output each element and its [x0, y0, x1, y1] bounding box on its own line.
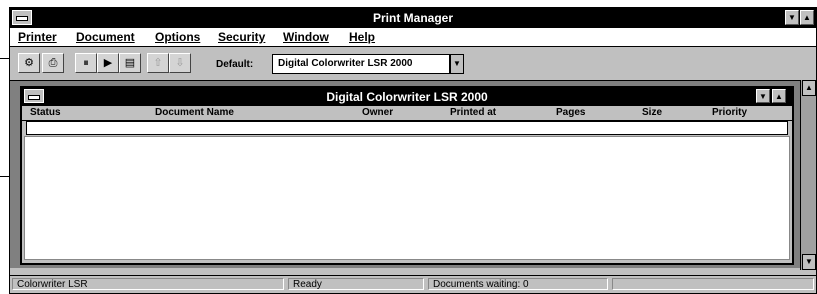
menu-bar: Printer Document Options Security Window… [10, 28, 816, 47]
maximize-button[interactable]: ▲ [800, 10, 814, 25]
title-bar: Print Manager ▼ ▲ [10, 8, 816, 28]
queue-maximize-button[interactable]: ▲ [772, 89, 786, 103]
menu-printer[interactable]: Printer [18, 30, 57, 44]
status-bar: Colorwriter LSR Ready Documents waiting:… [10, 275, 816, 293]
menu-window[interactable]: Window [283, 30, 329, 44]
scroll-up-icon[interactable]: ▲ [802, 80, 816, 96]
printer-details-icon[interactable]: ▤ [119, 53, 141, 73]
status-printer: Colorwriter LSR [12, 278, 284, 290]
column-status[interactable]: Status [30, 107, 61, 118]
status-state: Ready [288, 278, 424, 290]
queue-title: Digital Colorwriter LSR 2000 [326, 90, 488, 104]
column-printed-at[interactable]: Printed at [450, 107, 496, 118]
queue-minimize-button[interactable]: ▼ [756, 89, 770, 103]
column-priority[interactable]: Priority [712, 107, 747, 118]
column-owner[interactable]: Owner [362, 107, 393, 118]
mdi-workspace: Digital Colorwriter LSR 2000 ▼ ▲ Status … [10, 80, 800, 268]
resume-printer-icon[interactable]: ▶ [97, 53, 119, 73]
minimize-button[interactable]: ▼ [785, 10, 799, 25]
print-manager-window: Print Manager ▼ ▲ Printer Document Optio… [9, 7, 817, 294]
queue-list[interactable] [24, 136, 790, 260]
move-document-up-icon[interactable]: ⇧ [147, 53, 169, 73]
printer-connect-icon[interactable]: ⎙ [42, 53, 64, 73]
pause-printer-icon[interactable]: ⏸ [75, 53, 97, 73]
queue-column-header: Status Document Name Owner Printed at Pa… [22, 106, 792, 121]
column-pages[interactable]: Pages [556, 107, 585, 118]
dropdown-arrow-icon[interactable]: ▼ [450, 54, 464, 74]
column-size[interactable]: Size [642, 107, 662, 118]
menu-help[interactable]: Help [349, 30, 375, 44]
default-printer-label: Default: [216, 59, 254, 70]
menu-options[interactable]: Options [155, 30, 200, 44]
status-documents-waiting: Documents waiting: 0 [428, 278, 608, 290]
column-document-name[interactable]: Document Name [155, 107, 234, 118]
printer-properties-icon[interactable]: ⚙ [18, 53, 40, 73]
move-document-down-icon[interactable]: ⇩ [169, 53, 191, 73]
status-empty-panel [612, 278, 814, 290]
menu-document[interactable]: Document [76, 30, 135, 44]
scroll-down-icon[interactable]: ▼ [802, 254, 816, 270]
window-title: Print Manager [372, 11, 453, 25]
printer-queue-window: Digital Colorwriter LSR 2000 ▼ ▲ Status … [20, 86, 794, 265]
default-printer-select[interactable]: Digital Colorwriter LSR 2000 [272, 54, 450, 74]
queue-title-bar: Digital Colorwriter LSR 2000 ▼ ▲ [22, 88, 792, 106]
vertical-scrollbar[interactable]: ▲ ▼ [800, 80, 816, 270]
toolbar: ⚙ ⎙ ⏸ ▶ ▤ ⇧ ⇩ Default: Digital Colorwrit… [10, 47, 816, 79]
menu-security[interactable]: Security [218, 30, 265, 44]
queue-row-selected[interactable] [26, 121, 788, 135]
